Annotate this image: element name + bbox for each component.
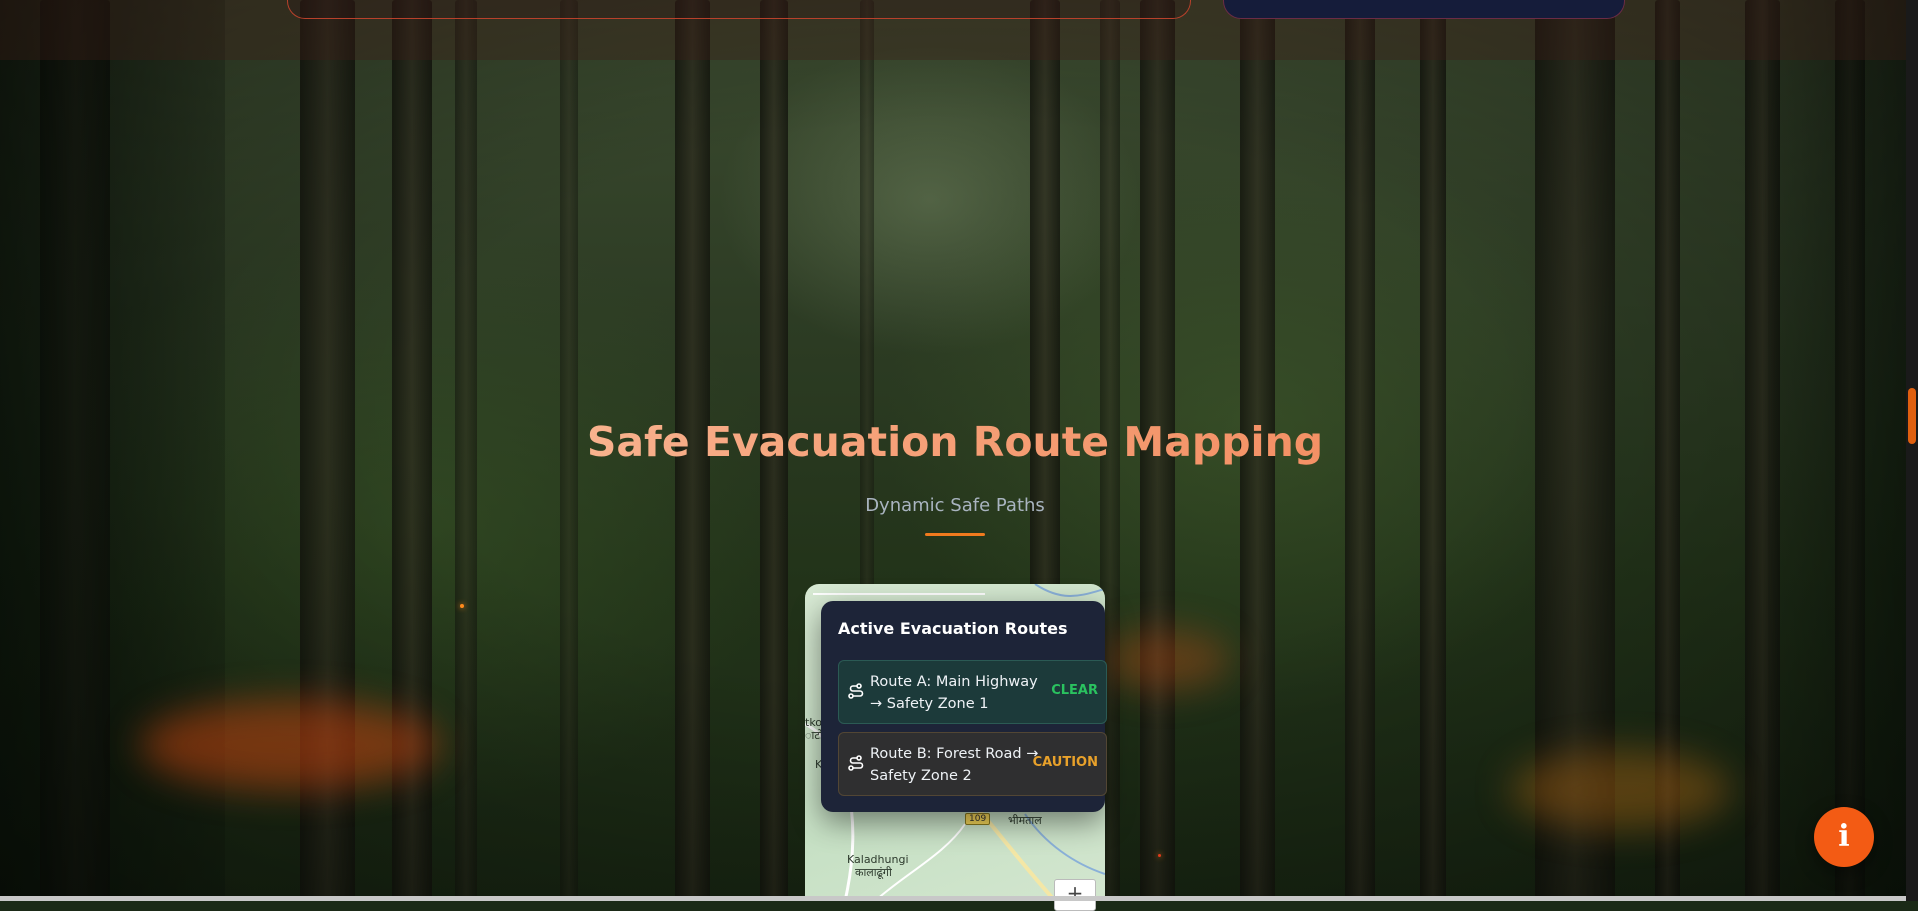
map-label: कालाढूंगी	[855, 866, 892, 879]
bottom-edge	[0, 896, 1906, 901]
route-status-badge: CLEAR	[1051, 683, 1098, 698]
previous-section-card-secondary	[1223, 0, 1625, 19]
info-button[interactable]: i	[1814, 807, 1874, 867]
route-label: Route B: Forest Road → Safety Zone 2	[870, 746, 1039, 784]
title-divider	[925, 533, 985, 536]
map-label: भीमताल	[1008, 814, 1042, 827]
page-scrollbar[interactable]	[1906, 0, 1918, 901]
info-icon: i	[1838, 819, 1850, 854]
scrollbar-thumb[interactable]	[1908, 388, 1916, 444]
route-item-a[interactable]: Route A: Main Highway → Safety Zone 1 CL…	[838, 660, 1107, 724]
route-item-b[interactable]: Route B: Forest Road → Safety Zone 2 CAU…	[838, 732, 1107, 796]
route-icon	[848, 755, 864, 771]
map-zoom-in-button[interactable]: +	[1054, 879, 1096, 911]
section-title: Safe Evacuation Route Mapping	[0, 418, 1910, 466]
section-subtitle: Dynamic Safe Paths	[865, 495, 1045, 516]
route-label: Route A: Main Highway → Safety Zone 1	[870, 674, 1038, 712]
previous-section-card	[287, 0, 1191, 19]
route-icon	[848, 683, 864, 699]
route-status-badge: CAUTION	[1032, 755, 1098, 770]
active-routes-panel: Active Evacuation Routes Route A: Main H…	[821, 601, 1107, 812]
routes-panel-title: Active Evacuation Routes	[838, 619, 1068, 638]
road-shield: 109	[965, 813, 991, 825]
